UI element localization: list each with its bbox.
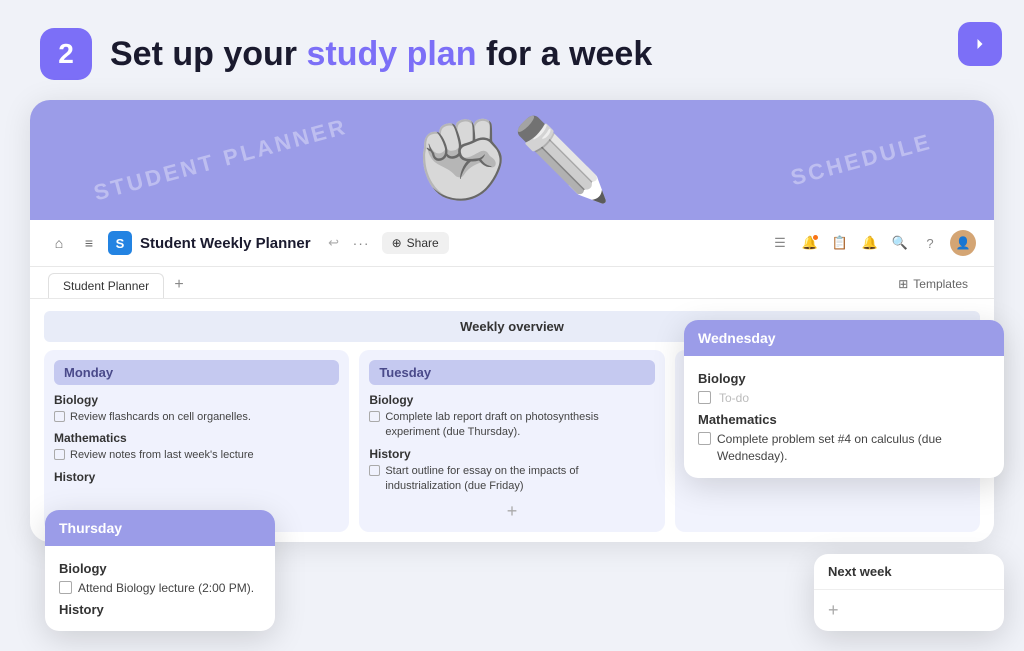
add-tab-button[interactable]: + <box>168 274 190 296</box>
tab-right: ⊞ Templates <box>890 274 976 298</box>
templates-label: Templates <box>913 277 968 291</box>
title-part2: for a week <box>477 35 653 73</box>
wednesday-biology-checkbox[interactable] <box>698 391 711 404</box>
title-part1: Set up your <box>110 35 306 73</box>
task-checkbox[interactable] <box>54 411 65 422</box>
wednesday-math-task: Complete problem set #4 on calculus (due… <box>698 431 990 465</box>
thursday-biology-title: Biology <box>59 561 261 576</box>
next-week-add-button[interactable]: + <box>828 600 990 621</box>
tuesday-column: Tuesday Biology Complete lab report draf… <box>359 350 664 532</box>
task-checkbox[interactable] <box>369 465 380 476</box>
toolbar-title: Student Weekly Planner <box>140 235 311 252</box>
task-checkbox[interactable] <box>369 411 380 422</box>
next-week-body: + <box>814 590 1004 631</box>
avatar[interactable]: 👤 <box>950 230 976 256</box>
wednesday-math-checkbox[interactable] <box>698 432 711 445</box>
app-icon: S <box>108 231 132 255</box>
monday-header: Monday <box>54 360 339 385</box>
templates-icon: ⊞ <box>898 277 908 291</box>
next-step-button[interactable] <box>958 22 1002 66</box>
next-week-card: Next week + <box>814 554 1004 631</box>
title-highlight: study plan <box>306 35 476 73</box>
toolbar-more-icon[interactable]: ··· <box>353 235 370 251</box>
home-icon[interactable]: ⌂ <box>48 232 70 254</box>
task-text: Complete lab report draft on photosynthe… <box>385 410 654 441</box>
wednesday-card-header: Wednesday <box>684 320 1004 356</box>
calendar-icon[interactable]: ☰ <box>770 233 790 253</box>
wednesday-math-task-text: Complete problem set #4 on calculus (due… <box>717 431 990 465</box>
thursday-biology-task-text: Attend Biology lecture (2:00 PM). <box>78 580 254 597</box>
student-planner-tab[interactable]: Student Planner <box>48 273 164 298</box>
banner: STUDENT PLANNER ✊✏️ SCHEDULE <box>30 100 994 220</box>
wednesday-biology-title: Biology <box>698 371 990 386</box>
notion-toolbar: ⌂ ≡ S Student Weekly Planner ↩ ··· ⊕ Sha… <box>30 220 994 267</box>
wednesday-math-title: Mathematics <box>698 412 990 427</box>
tuesday-history-title: History <box>369 447 654 461</box>
undo-icon[interactable]: ↩ <box>323 232 345 254</box>
table-icon[interactable]: 📋 <box>830 233 850 253</box>
thursday-biology-checkbox[interactable] <box>59 581 72 594</box>
tuesday-header: Tuesday <box>369 360 654 385</box>
notification-icon[interactable]: 🔔 <box>800 233 820 253</box>
wednesday-card-body: Biology To-do Mathematics Complete probl… <box>684 356 1004 478</box>
toolbar-right: ☰ 🔔 📋 🔔 🔍 ? 👤 <box>770 230 976 256</box>
share-icon: ⊕ <box>392 236 402 250</box>
thursday-card-header: Thursday <box>45 510 275 546</box>
monday-column: Monday Biology Review flashcards on cell… <box>44 350 349 532</box>
step-badge: 2 <box>40 28 92 80</box>
monday-biology-title: Biology <box>54 393 339 407</box>
wednesday-card: Wednesday Biology To-do Mathematics Comp… <box>684 320 1004 478</box>
tab-bar: Student Planner + ⊞ Templates <box>30 267 994 299</box>
tuesday-biology-title: Biology <box>369 393 654 407</box>
notification-dot <box>812 234 819 241</box>
search-icon[interactable]: 🔍 <box>890 233 910 253</box>
task-text: Review flashcards on cell organelles. <box>70 410 251 425</box>
templates-button[interactable]: ⊞ Templates <box>890 274 976 294</box>
thursday-card: Thursday Biology Attend Biology lecture … <box>45 510 275 631</box>
share-label: Share <box>407 236 439 250</box>
banner-pencil-emoji: ✊✏️ <box>412 113 611 207</box>
task-item: Complete lab report draft on photosynthe… <box>369 410 654 441</box>
page-title: Set up your study plan for a week <box>110 34 652 75</box>
next-week-header: Next week <box>814 554 1004 590</box>
help-icon[interactable]: ? <box>920 233 940 253</box>
banner-text-left: STUDENT PLANNER <box>91 114 350 207</box>
tuesday-add-button[interactable]: + <box>369 501 654 522</box>
task-item: Start outline for essay on the impacts o… <box>369 464 654 495</box>
thursday-history-title: History <box>59 602 261 617</box>
thursday-card-body: Biology Attend Biology lecture (2:00 PM)… <box>45 546 275 631</box>
task-item: Review notes from last week's lecture <box>54 448 339 463</box>
thursday-biology-task: Attend Biology lecture (2:00 PM). <box>59 580 261 597</box>
page-header: 2 Set up your study plan for a week <box>0 0 1024 100</box>
share-button[interactable]: ⊕ Share <box>382 232 449 254</box>
wednesday-biology-task: To-do <box>698 390 990 407</box>
task-item: Review flashcards on cell organelles. <box>54 410 339 425</box>
task-text: Start outline for essay on the impacts o… <box>385 464 654 495</box>
bell-icon[interactable]: 🔔 <box>860 233 880 253</box>
monday-history-title: History <box>54 470 339 484</box>
banner-text-right: SCHEDULE <box>788 129 935 192</box>
menu-icon[interactable]: ≡ <box>78 232 100 254</box>
monday-math-title: Mathematics <box>54 431 339 445</box>
wednesday-todo-label: To-do <box>719 390 749 407</box>
task-text: Review notes from last week's lecture <box>70 448 254 463</box>
task-checkbox[interactable] <box>54 449 65 460</box>
